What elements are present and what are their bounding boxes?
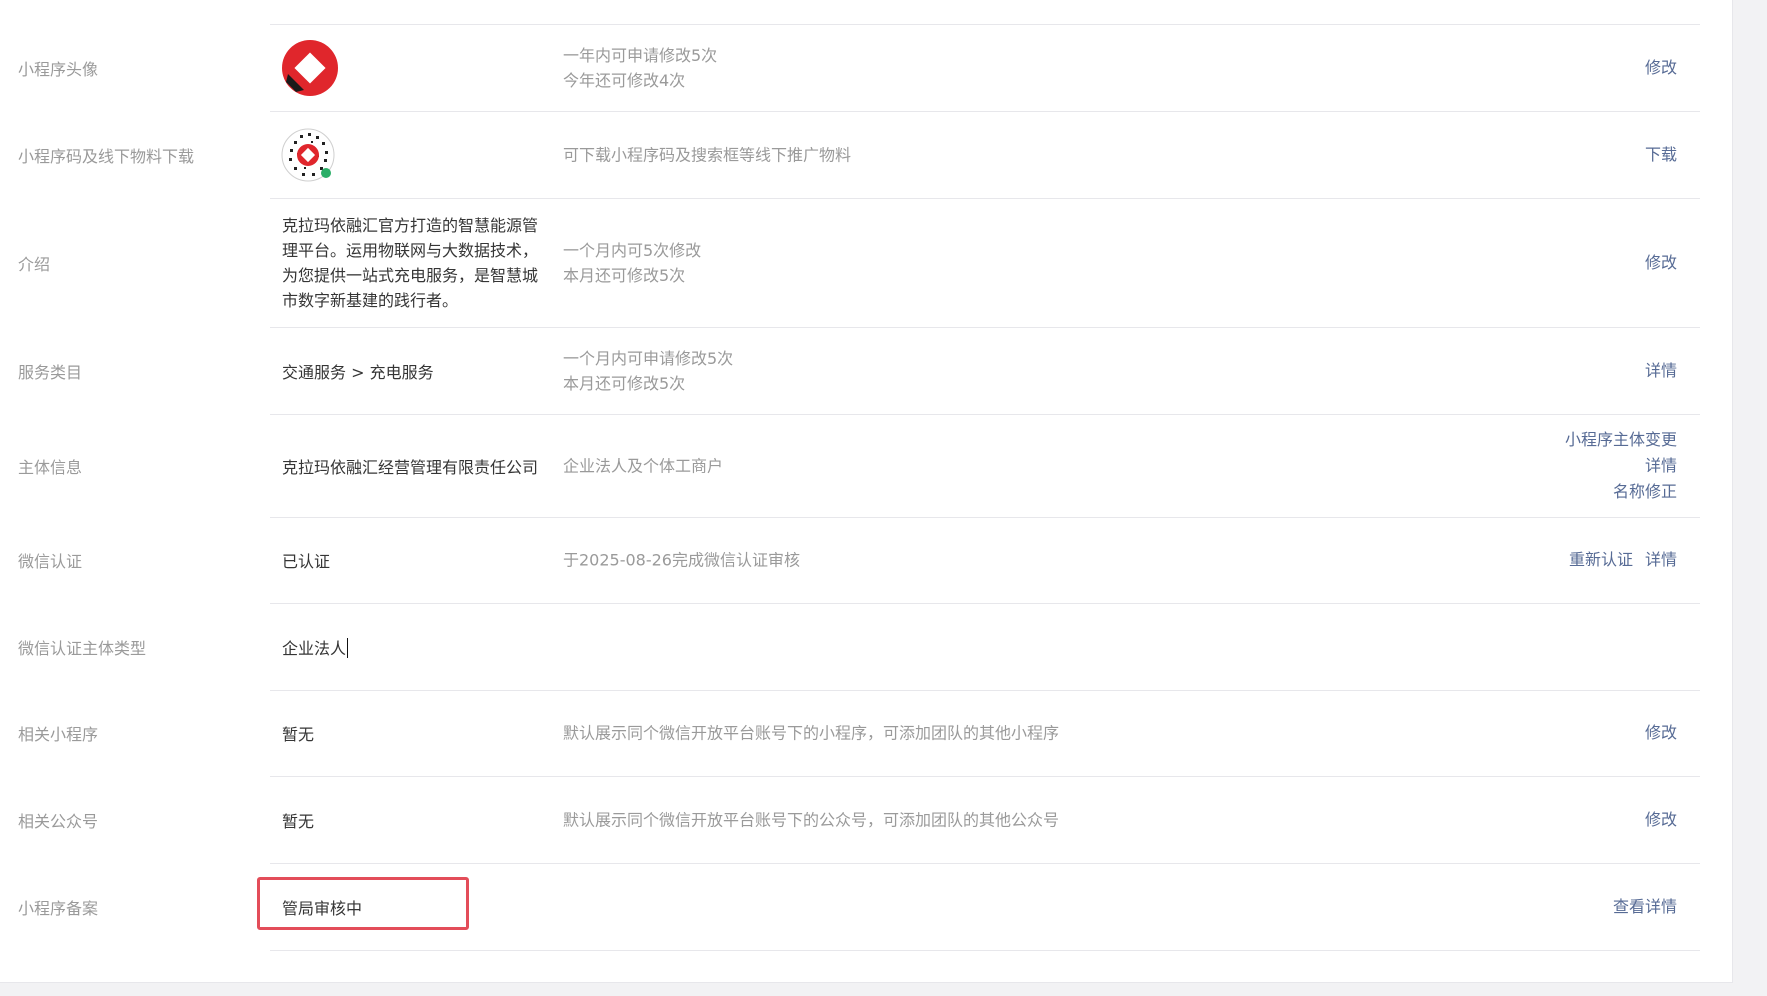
settings-card: 小程序头像 一年内可申请修改5次 今年还可修改4次 修改 小程序码及线下物料下载: [0, 0, 1733, 983]
text-cursor: [347, 638, 349, 658]
row-label: 微信认证主体类型: [18, 639, 147, 658]
reauth-link[interactable]: 重新认证: [1569, 550, 1633, 569]
row-actions: 修改: [1645, 55, 1677, 81]
row-actions: 修改: [1645, 807, 1677, 833]
row-category: 服务类目 交通服务 > 充电服务 一个月内可申请修改5次 本月还可修改5次 详情: [0, 328, 1732, 415]
row-desc: 于2025-08-26完成微信认证审核: [563, 550, 800, 570]
row-avatar: 小程序头像 一年内可申请修改5次 今年还可修改4次 修改: [0, 24, 1732, 112]
app-logo-icon: [282, 40, 338, 96]
edit-related-mini-link[interactable]: 修改: [1645, 723, 1677, 742]
highlight-annotation: [257, 877, 469, 930]
desc-line: 一年内可申请修改5次: [563, 46, 718, 65]
auth-details-link[interactable]: 详情: [1645, 550, 1677, 569]
entity-value: 克拉玛依融汇经营管理有限责任公司: [282, 458, 539, 477]
related-oa-value: 暂无: [282, 812, 315, 831]
edit-related-oa-link[interactable]: 修改: [1645, 810, 1677, 829]
auth-type-text: 企业法人: [282, 639, 347, 658]
row-actions: 修改: [1645, 720, 1677, 746]
row-qrcode: 小程序码及线下物料下载 可下载小程序码及搜索框等线下推广物料 下载: [0, 112, 1732, 199]
divider: [270, 24, 1700, 25]
row-desc: 一年内可申请修改5次 今年还可修改4次: [563, 43, 717, 93]
category-details-link[interactable]: 详情: [1645, 361, 1677, 380]
row-actions: 查看详情: [1613, 894, 1677, 920]
row-label: 相关公众号: [18, 812, 99, 831]
desc-line: 本月还可修改5次: [563, 374, 686, 393]
row-label: 相关小程序: [18, 725, 99, 744]
row-actions: 小程序主体变更 详情 名称修正: [1565, 427, 1677, 505]
entity-details-link[interactable]: 详情: [1565, 453, 1677, 479]
edit-avatar-link[interactable]: 修改: [1645, 58, 1677, 77]
row-intro: 介绍 克拉玛依融汇官方打造的智慧能源管理平台。运用物联网与大数据技术，为您提供一…: [0, 199, 1732, 328]
row-desc: 一个月内可申请修改5次 本月还可修改5次: [563, 346, 733, 396]
category-value: 交通服务 > 充电服务: [282, 363, 434, 382]
row-related-oa: 相关公众号 暂无 默认展示同个微信开放平台账号下的公众号，可添加团队的其他公众号…: [0, 777, 1732, 864]
desc-line: 今年还可修改4次: [563, 71, 686, 90]
row-desc: 默认展示同个微信开放平台账号下的小程序，可添加团队的其他小程序: [563, 723, 1060, 743]
row-label: 服务类目: [18, 363, 83, 382]
row-label: 介绍: [18, 255, 51, 274]
row-desc: 可下载小程序码及搜索框等线下推广物料: [563, 145, 852, 165]
row-related-mini: 相关小程序 暂无 默认展示同个微信开放平台账号下的小程序，可添加团队的其他小程序…: [0, 691, 1732, 777]
row-label: 小程序备案: [18, 899, 99, 918]
desc-line: 本月还可修改5次: [563, 266, 686, 285]
divider: [270, 950, 1700, 951]
row-desc: 默认展示同个微信开放平台账号下的公众号，可添加团队的其他公众号: [563, 810, 1060, 830]
row-actions: 重新认证 详情: [1557, 547, 1677, 573]
related-mini-value: 暂无: [282, 725, 315, 744]
name-correction-link[interactable]: 名称修正: [1565, 479, 1677, 505]
desc-line: 一个月内可申请修改5次: [563, 349, 734, 368]
row-label: 微信认证: [18, 552, 83, 571]
row-auth-type: 微信认证主体类型 企业法人: [0, 604, 1732, 691]
row-entity: 主体信息 克拉玛依融汇经营管理有限责任公司 企业法人及个体工商户 小程序主体变更…: [0, 415, 1732, 518]
row-label: 主体信息: [18, 458, 83, 477]
row-actions: 修改: [1645, 250, 1677, 276]
auth-type-value: 企业法人: [282, 635, 349, 659]
download-link[interactable]: 下载: [1645, 145, 1677, 164]
change-entity-link[interactable]: 小程序主体变更: [1565, 427, 1677, 453]
auth-status-value: 已认证: [282, 552, 331, 571]
row-label: 小程序码及线下物料下载: [18, 147, 195, 166]
mini-program-code-icon: [281, 128, 335, 182]
desc-line: 一个月内可5次修改: [563, 241, 702, 260]
row-wechat-auth: 微信认证 已认证 于2025-08-26完成微信认证审核 重新认证 详情: [0, 518, 1732, 604]
intro-text: 克拉玛依融汇官方打造的智慧能源管理平台。运用物联网与大数据技术，为您提供一站式充…: [282, 216, 539, 310]
row-desc: 一个月内可5次修改 本月还可修改5次: [563, 238, 701, 288]
edit-intro-link[interactable]: 修改: [1645, 253, 1677, 272]
row-actions: 详情: [1645, 358, 1677, 384]
row-desc: 企业法人及个体工商户: [563, 456, 724, 476]
row-actions: 下载: [1645, 142, 1677, 168]
view-icp-details-link[interactable]: 查看详情: [1613, 897, 1677, 916]
row-label: 小程序头像: [18, 60, 99, 79]
